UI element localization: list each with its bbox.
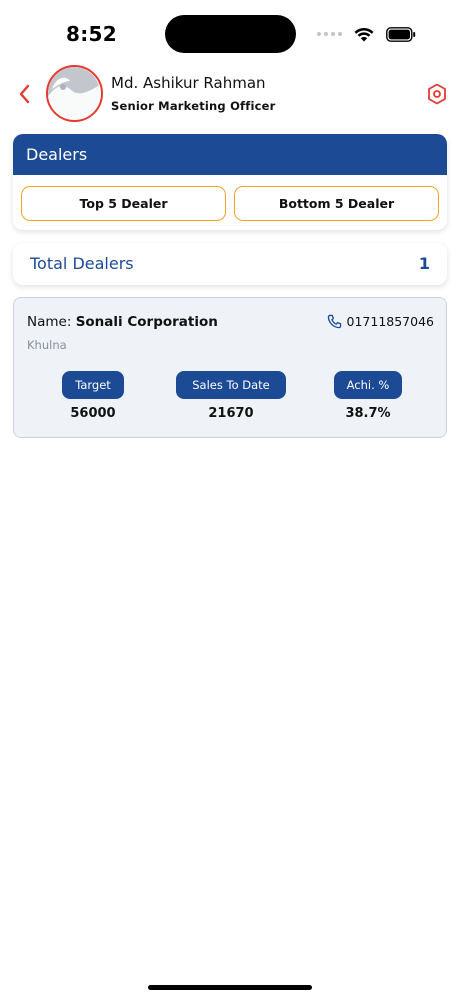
dynamic-island: [165, 15, 296, 53]
target-value: 56000: [70, 406, 116, 421]
achievement-value: 38.7%: [345, 406, 391, 421]
metric-sales-to-date: Sales To Date 21670: [176, 371, 286, 421]
phone-icon: [327, 314, 341, 329]
metric-achievement: Achi. % 38.7%: [334, 371, 402, 421]
signal-icon: [317, 32, 342, 36]
dealer-name-label: Name:: [27, 314, 72, 330]
avatar[interactable]: [46, 65, 103, 122]
battery-icon: [386, 26, 416, 42]
wifi-icon: [354, 27, 374, 41]
settings-button[interactable]: [425, 82, 449, 106]
sales-to-date-label: Sales To Date: [176, 371, 286, 399]
target-label: Target: [62, 371, 124, 399]
back-button[interactable]: [12, 80, 36, 108]
total-dealers-card: Total Dealers 1: [13, 243, 447, 285]
status-icons: [317, 24, 416, 44]
avatar-placeholder-icon: [48, 67, 100, 119]
dealers-screen: 8:52 Md. Ashikur Rahman Senior Marketing…: [0, 0, 460, 999]
dealers-header: Dealers: [13, 134, 447, 175]
status-time: 8:52: [66, 22, 117, 46]
user-name: Md. Ashikur Rahman: [111, 74, 266, 92]
sales-to-date-value: 21670: [208, 406, 254, 421]
total-dealers-label: Total Dealers: [30, 254, 134, 273]
hexagon-settings-icon: [428, 83, 446, 105]
total-dealers-count: 1: [418, 254, 430, 273]
top-5-dealer-button[interactable]: Top 5 Dealer: [21, 186, 226, 221]
dealer-card[interactable]: Name: Sonali Corporation 01711857046 Khu…: [13, 297, 447, 438]
bottom-5-dealer-button[interactable]: Bottom 5 Dealer: [234, 186, 439, 221]
dealer-name-row: Name: Sonali Corporation: [27, 314, 218, 330]
dealer-location: Khulna: [27, 338, 67, 352]
dealer-phone[interactable]: 01711857046: [327, 314, 434, 329]
home-indicator[interactable]: [148, 985, 312, 990]
achievement-label: Achi. %: [334, 371, 402, 399]
dealer-name: Sonali Corporation: [75, 314, 218, 330]
user-role: Senior Marketing Officer: [111, 99, 276, 113]
dealers-card: Dealers Top 5 Dealer Bottom 5 Dealer: [13, 134, 447, 230]
dealer-phone-number: 01711857046: [346, 314, 434, 329]
chevron-left-icon: [19, 84, 30, 104]
metric-target: Target 56000: [62, 371, 124, 421]
